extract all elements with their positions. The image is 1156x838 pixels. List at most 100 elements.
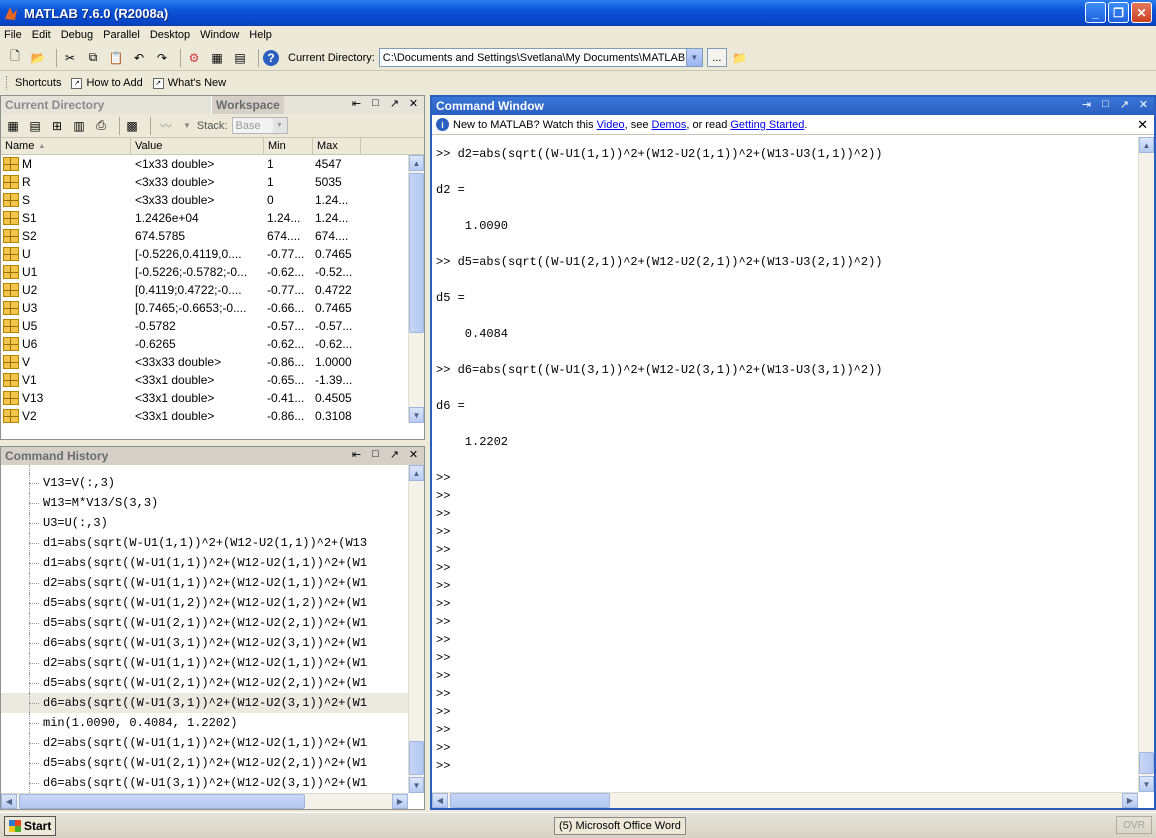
close-icon[interactable]: ✕ bbox=[1137, 98, 1150, 111]
history-item[interactable]: U3=U(:,3) bbox=[1, 513, 408, 533]
tab-workspace[interactable]: Workspace bbox=[211, 96, 284, 114]
whats-new-shortcut[interactable]: ↗ What's New bbox=[152, 77, 226, 89]
history-item[interactable]: d5=abs(sqrt((W-U1(2,1))^2+(W12-U2(2,1))^… bbox=[1, 753, 408, 773]
scroll-thumb[interactable] bbox=[409, 741, 424, 775]
column-name[interactable]: Name ▲ bbox=[1, 138, 131, 154]
minimize-button[interactable]: _ bbox=[1085, 2, 1106, 23]
maximize-icon[interactable]: □ bbox=[369, 448, 382, 461]
print-icon[interactable]: ⎙ bbox=[93, 118, 109, 134]
column-min[interactable]: Min bbox=[264, 138, 313, 154]
history-item[interactable]: d1=abs(sqrt(W-U1(1,1))^2+(W12-U2(1,1))^2… bbox=[1, 533, 408, 553]
command-output[interactable]: >> d2=abs(sqrt((W-U1(1,1))^2+(W12-U2(1,1… bbox=[432, 137, 1138, 792]
menu-edit[interactable]: Edit bbox=[32, 29, 51, 41]
import-data-icon[interactable]: ⊞ bbox=[49, 118, 65, 134]
scroll-down-arrow-icon[interactable]: ▼ bbox=[409, 777, 424, 793]
history-item[interactable]: d2=abs(sqrt((W-U1(1,1))^2+(W12-U2(1,1))^… bbox=[1, 653, 408, 673]
delete-variable-icon[interactable]: ▩ bbox=[124, 118, 140, 134]
history-item[interactable]: d5=abs(sqrt((W-U1(1,2))^2+(W12-U2(1,2))^… bbox=[1, 593, 408, 613]
scroll-thumb[interactable] bbox=[19, 794, 305, 809]
scroll-left-arrow-icon[interactable]: ◀ bbox=[1, 794, 17, 809]
history-item[interactable]: W13=M*V13/S(3,3) bbox=[1, 493, 408, 513]
current-directory-field[interactable]: C:\Documents and Settings\Svetlana\My Do… bbox=[378, 48, 703, 67]
how-to-add-shortcut[interactable]: ↗ How to Add bbox=[71, 77, 143, 89]
scroll-thumb[interactable] bbox=[409, 173, 424, 333]
scroll-down-arrow-icon[interactable]: ▼ bbox=[1139, 776, 1154, 792]
video-link[interactable]: Video bbox=[597, 119, 625, 131]
dock-arrow-icon[interactable]: ↗ bbox=[388, 97, 401, 110]
maximize-icon[interactable]: □ bbox=[1099, 98, 1112, 111]
workspace-scrollbar[interactable]: ▲ ▼ bbox=[408, 155, 424, 423]
cut-icon[interactable]: ✂ bbox=[61, 49, 79, 67]
redo-icon[interactable]: ↷ bbox=[153, 49, 171, 67]
history-item[interactable]: min(1.0090, 0.4084, 1.2202) bbox=[1, 713, 408, 733]
taskbar-item-word[interactable]: (5) Microsoft Office Word bbox=[554, 817, 686, 835]
shortcuts-label[interactable]: Shortcuts bbox=[15, 77, 61, 89]
close-icon[interactable]: ✕ bbox=[407, 448, 420, 461]
table-row[interactable]: V2 <33x1 double> -0.86... 0.3108 bbox=[1, 407, 424, 425]
browse-button[interactable]: ... bbox=[706, 48, 727, 67]
table-row[interactable]: V13 <33x1 double> -0.41... 0.4505 bbox=[1, 389, 424, 407]
table-row[interactable]: M <1x33 double> 1 4547 bbox=[1, 155, 424, 173]
table-row[interactable]: R <3x33 double> 1 5035 bbox=[1, 173, 424, 191]
close-icon[interactable]: ✕ bbox=[1137, 117, 1148, 133]
table-row[interactable]: S1 1.2426e+04 1.24... 1.24... bbox=[1, 209, 424, 227]
scroll-up-arrow-icon[interactable]: ▲ bbox=[409, 465, 424, 481]
history-item[interactable]: d1=abs(sqrt((W-U1(1,1))^2+(W12-U2(1,1))^… bbox=[1, 553, 408, 573]
profiler-icon[interactable]: ▤ bbox=[231, 49, 249, 67]
menu-help[interactable]: Help bbox=[249, 29, 272, 41]
table-row[interactable]: U5 -0.5782 -0.57... -0.57... bbox=[1, 317, 424, 335]
getting-started-link[interactable]: Getting Started bbox=[730, 119, 804, 131]
open-folder-icon[interactable]: 📂 bbox=[29, 49, 47, 67]
history-item[interactable]: d6=abs(sqrt((W-U1(3,1))^2+(W12-U2(3,1))^… bbox=[1, 693, 408, 713]
menu-window[interactable]: Window bbox=[200, 29, 239, 41]
history-item[interactable]: d6=abs(sqrt((W-U1(3,1))^2+(W12-U2(3,1))^… bbox=[1, 633, 408, 653]
maximize-icon[interactable]: □ bbox=[369, 97, 382, 110]
paste-icon[interactable]: 📋 bbox=[107, 49, 125, 67]
scroll-right-arrow-icon[interactable]: ▶ bbox=[1122, 793, 1138, 808]
scroll-right-arrow-icon[interactable]: ▶ bbox=[392, 794, 408, 809]
table-row[interactable]: S2 674.5785 674.... 674.... bbox=[1, 227, 424, 245]
table-row[interactable]: U [-0.5226,0.4119,0.... -0.77... 0.7465 bbox=[1, 245, 424, 263]
menu-parallel[interactable]: Parallel bbox=[103, 29, 140, 41]
plot-selection-icon[interactable]: 〰 bbox=[155, 118, 177, 134]
save-workspace-icon[interactable]: ▥ bbox=[71, 118, 87, 134]
scroll-thumb[interactable] bbox=[1139, 752, 1154, 774]
scroll-up-arrow-icon[interactable]: ▲ bbox=[409, 155, 424, 171]
table-row[interactable]: S <3x33 double> 0 1.24... bbox=[1, 191, 424, 209]
toolbar-grip[interactable] bbox=[6, 76, 9, 90]
undo-icon[interactable]: ↶ bbox=[130, 49, 148, 67]
table-row[interactable]: U6 -0.6265 -0.62... -0.62... bbox=[1, 335, 424, 353]
dock-arrow-icon[interactable]: ↗ bbox=[1118, 98, 1131, 111]
history-hscrollbar[interactable]: ◀ ▶ bbox=[1, 793, 408, 809]
close-button[interactable]: ✕ bbox=[1131, 2, 1152, 23]
menu-desktop[interactable]: Desktop bbox=[150, 29, 190, 41]
help-icon[interactable]: ? bbox=[263, 49, 279, 66]
close-icon[interactable]: ✕ bbox=[407, 97, 420, 110]
dock-arrow-icon[interactable]: ↗ bbox=[388, 448, 401, 461]
menu-file[interactable]: File bbox=[4, 29, 22, 41]
command-window-hscrollbar[interactable]: ◀ ▶ bbox=[432, 792, 1138, 808]
scroll-left-arrow-icon[interactable]: ◀ bbox=[432, 793, 448, 808]
new-variable-icon[interactable]: ▦ bbox=[5, 118, 21, 134]
history-vscrollbar[interactable]: ▲ ▼ bbox=[408, 465, 424, 793]
history-item[interactable]: V13=V(:,3) bbox=[1, 473, 408, 493]
chevron-down-icon[interactable]: ▼ bbox=[272, 118, 287, 133]
simulink-icon[interactable]: ⚙ bbox=[185, 49, 203, 67]
command-window-vscrollbar[interactable]: ▲ ▼ bbox=[1138, 137, 1154, 792]
guide-icon[interactable]: ▦ bbox=[208, 49, 226, 67]
restore-button[interactable]: ❐ bbox=[1108, 2, 1129, 23]
scroll-thumb[interactable] bbox=[450, 793, 610, 808]
chevron-down-icon[interactable]: ▼ bbox=[685, 49, 702, 66]
table-row[interactable]: V1 <33x1 double> -0.65... -1.39... bbox=[1, 371, 424, 389]
column-max[interactable]: Max bbox=[313, 138, 361, 154]
history-item[interactable]: d5=abs(sqrt((W-U1(2,1))^2+(W12-U2(2,1))^… bbox=[1, 673, 408, 693]
parent-folder-icon[interactable]: 📁 bbox=[731, 49, 749, 67]
stack-select[interactable]: Base ▼ bbox=[231, 117, 288, 134]
dropdown-arrow-icon[interactable]: ▼ bbox=[183, 121, 191, 130]
history-item[interactable]: d2=abs(sqrt((W-U1(1,1))^2+(W12-U2(1,1))^… bbox=[1, 573, 408, 593]
scroll-up-arrow-icon[interactable]: ▲ bbox=[1139, 137, 1154, 153]
table-row[interactable]: U2 [0.4119;0.4722;-0.... -0.77... 0.4722 bbox=[1, 281, 424, 299]
open-variable-icon[interactable]: ▤ bbox=[27, 118, 43, 134]
demos-link[interactable]: Demos bbox=[652, 119, 687, 131]
history-item[interactable]: d5=abs(sqrt((W-U1(2,1))^2+(W12-U2(2,1))^… bbox=[1, 613, 408, 633]
